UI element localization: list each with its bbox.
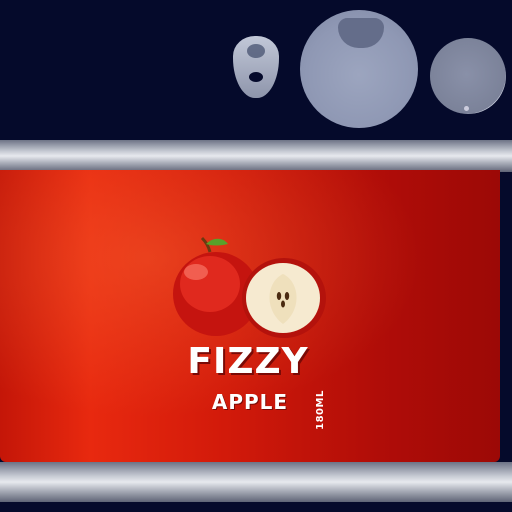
can-lid-bottom — [430, 38, 506, 114]
can-opening — [338, 18, 384, 48]
apple-illustration — [173, 236, 326, 338]
label-edge — [500, 180, 512, 456]
volume-text: 180ML — [315, 390, 326, 430]
lid-marker — [464, 106, 469, 111]
texture-atlas-top — [0, 0, 512, 140]
pull-tab-rivet — [247, 44, 265, 58]
pull-tab-ring-hole — [249, 72, 263, 82]
flavor-name: APPLE — [211, 390, 289, 414]
can-rim-top — [0, 140, 512, 172]
pull-tab — [233, 36, 279, 98]
brand-name: FIZZY — [187, 341, 309, 382]
apple-half-icon — [242, 258, 326, 338]
can-rim-bottom — [0, 462, 512, 502]
can-lid-top — [300, 10, 418, 128]
